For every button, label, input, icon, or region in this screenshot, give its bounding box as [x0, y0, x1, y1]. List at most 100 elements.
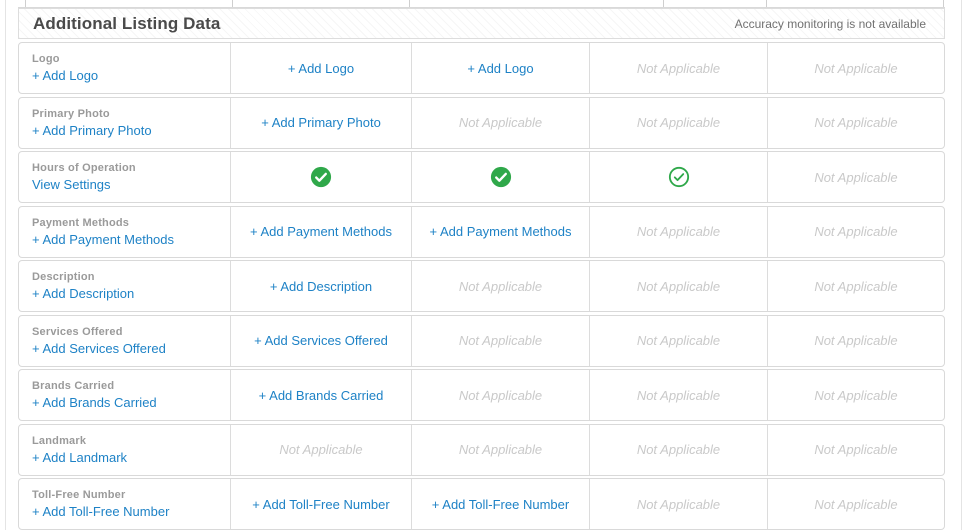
publisher-cell — [230, 152, 411, 202]
publisher-cell: Not Applicable — [767, 261, 944, 311]
field-cell: Hours of Operation View Settings — [19, 152, 230, 202]
publisher-cell: Not Applicable — [589, 261, 767, 311]
not-applicable-text: Not Applicable — [636, 224, 721, 239]
not-applicable-text: Not Applicable — [636, 333, 721, 348]
publisher-cell: + Add Description — [230, 261, 411, 311]
publisher-cell: Not Applicable — [767, 97, 944, 148]
column-divider — [663, 0, 664, 7]
field-cell: Services Offered + Add Services Offered — [19, 316, 230, 366]
add-field-link[interactable]: + Add Payment Methods — [250, 224, 392, 239]
column-divider — [409, 0, 410, 7]
listings-page: Additional Listing Data Accuracy monitor… — [0, 0, 964, 530]
table-row: Primary Photo + Add Primary Photo + Add Pr… — [18, 96, 945, 149]
add-field-link[interactable]: + Add Brands Carried — [259, 388, 384, 403]
not-applicable-text: Not Applicable — [636, 278, 721, 294]
not-applicable-text: Not Applicable — [814, 60, 898, 76]
table-row: Logo + Add Logo + Add Logo + Add Logo Not Ap… — [18, 42, 945, 94]
add-field-link[interactable]: + Add Toll-Free Number — [432, 497, 569, 512]
publisher-cell: Not Applicable — [589, 315, 767, 366]
not-applicable-text: Not Applicable — [814, 224, 898, 239]
not-applicable-text: Not Applicable — [458, 115, 543, 130]
field-cell: Description + Add Description — [19, 261, 230, 311]
publisher-cell: Not Applicable — [767, 424, 944, 475]
not-applicable-text: Not Applicable — [814, 169, 898, 185]
field-label: Logo — [32, 53, 60, 65]
add-field-link[interactable]: + Add Logo — [32, 68, 98, 83]
field-cell: Logo + Add Logo — [19, 43, 230, 93]
field-label: Primary Photo — [32, 107, 110, 120]
not-applicable-text: Not Applicable — [636, 442, 721, 457]
outer-left-border — [5, 0, 6, 530]
add-field-link[interactable]: + Add Logo — [288, 61, 354, 76]
not-applicable-text: Not Applicable — [458, 387, 543, 403]
add-field-link[interactable]: + Add Brands Carried — [32, 395, 157, 410]
table-row: Hours of Operation View Settings Not Appli… — [18, 151, 945, 203]
publisher-cell: + Add Toll-Free Number — [230, 479, 411, 529]
publisher-cell: Not Applicable — [767, 43, 944, 93]
not-applicable-text: Not Applicable — [636, 115, 721, 130]
add-field-link[interactable]: + Add Primary Photo — [32, 123, 152, 138]
add-field-link[interactable]: + Add Payment Methods — [429, 224, 571, 239]
not-applicable-text: Not Applicable — [814, 496, 898, 512]
column-divider — [25, 0, 26, 7]
table-row: Toll-Free Number + Add Toll-Free Number + … — [18, 478, 945, 530]
add-field-link[interactable]: + Add Services Offered — [254, 333, 388, 348]
publisher-cell: Not Applicable — [589, 370, 767, 420]
column-divider — [766, 0, 767, 7]
publisher-cell: Not Applicable — [767, 206, 944, 257]
publisher-cell: Not Applicable — [767, 315, 944, 366]
publisher-cell: Not Applicable — [767, 152, 944, 202]
publisher-cell: Not Applicable — [589, 97, 767, 148]
table-row: Payment Methods + Add Payment Methods + Ad… — [18, 205, 945, 258]
publisher-cell: + Add Brands Carried — [230, 370, 411, 420]
publisher-cell: Not Applicable — [589, 479, 767, 529]
not-applicable-text: Not Applicable — [636, 60, 721, 76]
publisher-cell: Not Applicable — [411, 97, 589, 148]
publisher-cell: Not Applicable — [767, 370, 944, 420]
add-field-link[interactable]: + Add Payment Methods — [32, 232, 174, 247]
add-field-link[interactable]: + Add Landmark — [32, 450, 127, 465]
publisher-cell: Not Applicable — [411, 424, 589, 475]
publisher-cell: + Add Payment Methods — [230, 206, 411, 257]
publisher-cell: + Add Logo — [411, 43, 589, 93]
section-title: Additional Listing Data — [33, 13, 221, 33]
add-field-link[interactable]: + Add Description — [32, 286, 134, 301]
check-filled-icon — [490, 166, 511, 188]
field-cell: Primary Photo + Add Primary Photo — [19, 98, 230, 148]
section-header: Additional Listing Data Accuracy monitor… — [18, 8, 945, 39]
not-applicable-text: Not Applicable — [458, 442, 543, 457]
check-outline-icon — [668, 166, 689, 188]
not-applicable-text: Not Applicable — [636, 387, 721, 403]
view-settings-link[interactable]: View Settings — [32, 177, 111, 192]
not-applicable-text: Not Applicable — [814, 442, 898, 457]
field-label: Payment Methods — [32, 216, 130, 229]
field-cell: Brands Carried + Add Brands Carried — [19, 370, 230, 420]
table-row: Description + Add Description + Add Descri… — [18, 260, 945, 312]
previous-section-partial-row — [18, 0, 945, 8]
table-row: Landmark + Add Landmark Not Applicable Not … — [18, 423, 945, 476]
not-applicable-text: Not Applicable — [458, 278, 543, 294]
publisher-cell: + Add Primary Photo — [230, 97, 411, 148]
table-row: Services Offered + Add Services Offered + … — [18, 314, 945, 367]
column-divider — [232, 0, 233, 7]
not-applicable-text: Not Applicable — [814, 387, 898, 403]
field-label: Brands Carried — [32, 380, 115, 392]
additional-listing-table: Logo + Add Logo + Add Logo + Add Logo Not Ap… — [18, 42, 945, 530]
check-filled-icon — [310, 166, 332, 188]
accuracy-note: Accuracy monitoring is not available — [734, 16, 926, 31]
publisher-cell: Not Applicable — [589, 206, 767, 257]
publisher-cell: Not Applicable — [767, 479, 944, 529]
add-field-link[interactable]: + Add Toll-Free Number — [252, 497, 389, 512]
not-applicable-text: Not Applicable — [814, 278, 898, 294]
add-field-link[interactable]: + Add Services Offered — [32, 341, 166, 356]
publisher-cell — [589, 152, 767, 202]
add-field-link[interactable]: + Add Description — [270, 279, 372, 294]
publisher-cell: Not Applicable — [411, 370, 589, 420]
field-cell: Payment Methods + Add Payment Methods — [19, 207, 230, 257]
column-divider — [943, 0, 944, 7]
add-field-link[interactable]: + Add Toll-Free Number — [32, 504, 169, 519]
publisher-cell: + Add Toll-Free Number — [411, 479, 589, 529]
add-field-link[interactable]: + Add Primary Photo — [261, 115, 381, 130]
field-cell: Landmark + Add Landmark — [19, 425, 230, 475]
add-field-link[interactable]: + Add Logo — [467, 61, 533, 76]
